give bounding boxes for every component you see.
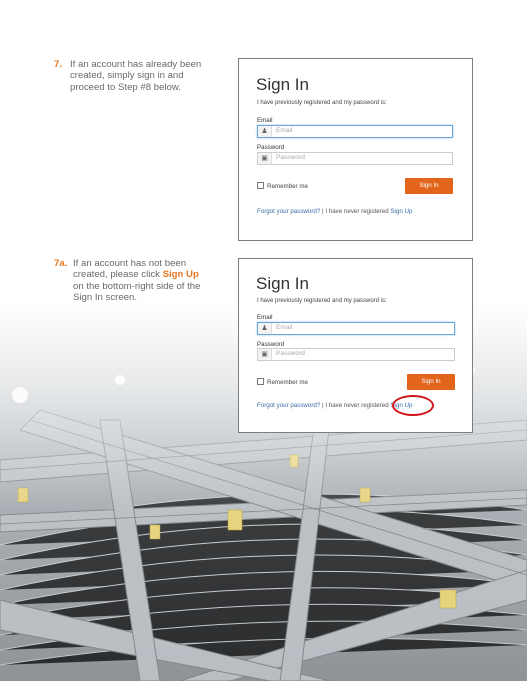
- password-field[interactable]: ▣ Password: [257, 152, 453, 165]
- remember-me[interactable]: Remember me: [257, 182, 308, 190]
- signin-title: Sign In: [256, 274, 309, 293]
- step-text: If an account has already been created, …: [70, 59, 230, 93]
- remember-checkbox[interactable]: [257, 378, 264, 385]
- link-separator: |: [322, 402, 324, 409]
- remember-label: Remember me: [267, 183, 308, 190]
- step-text: If an account has not been created, plea…: [73, 258, 233, 304]
- step-number: 7.: [54, 59, 63, 70]
- sign-in-button[interactable]: Sign In: [405, 178, 453, 194]
- signin-screenshot-2: Sign In I have previously registered and…: [238, 258, 473, 433]
- sign-up-highlight-circle: [392, 395, 434, 416]
- password-placeholder: Password: [276, 350, 305, 357]
- sign-up-highlight: Sign Up: [162, 269, 199, 281]
- email-label: Email: [257, 314, 273, 321]
- password-field[interactable]: ▣ Password: [257, 348, 455, 361]
- email-field[interactable]: ♟ Email: [257, 125, 453, 138]
- signin-links: Forgot your password? | I have never reg…: [257, 208, 412, 215]
- step-line: proceed to Step #8 below.: [70, 81, 181, 93]
- step-line-text: created, please click: [73, 269, 163, 281]
- step-line: If an account has not been: [73, 258, 187, 269]
- step-number: 7a.: [54, 258, 68, 269]
- never-registered-text: I have never registered: [325, 402, 389, 409]
- step-line: Sign In screen.: [73, 292, 137, 304]
- step-line: If an account has already been: [70, 59, 202, 70]
- sign-in-button[interactable]: Sign In: [407, 374, 455, 390]
- user-icon: ♟: [258, 126, 272, 137]
- step-line: created, please click Sign Up: [73, 269, 233, 280]
- user-icon: ♟: [258, 323, 272, 334]
- signin-links: Forgot your password? | I have never reg…: [257, 402, 412, 409]
- email-placeholder: Email: [276, 127, 293, 134]
- step-line: on the bottom-right side of the: [73, 280, 201, 292]
- remember-checkbox[interactable]: [257, 182, 264, 189]
- link-separator: |: [322, 208, 324, 215]
- sign-up-link[interactable]: Sign Up: [390, 208, 412, 215]
- lock-icon: ▣: [258, 153, 272, 164]
- step-line: created, simply sign in and: [70, 70, 184, 82]
- remember-me[interactable]: Remember me: [257, 378, 308, 386]
- signin-subtitle: I have previously registered and my pass…: [257, 100, 387, 106]
- email-label: Email: [257, 117, 273, 124]
- signin-title: Sign In: [256, 75, 309, 94]
- forgot-password-link[interactable]: Forgot your password?: [257, 208, 320, 215]
- forgot-password-link[interactable]: Forgot your password?: [257, 402, 320, 409]
- remember-label: Remember me: [267, 379, 308, 386]
- never-registered-text: I have never registered: [325, 208, 389, 215]
- password-label: Password: [257, 144, 285, 151]
- password-label: Password: [257, 341, 285, 348]
- email-placeholder: Email: [276, 324, 293, 331]
- signin-screenshot-1: Sign In I have previously registered and…: [238, 58, 473, 241]
- lock-icon: ▣: [258, 349, 272, 360]
- email-field[interactable]: ♟ Email: [257, 322, 455, 335]
- password-placeholder: Password: [276, 154, 305, 161]
- signin-subtitle: I have previously registered and my pass…: [257, 298, 387, 304]
